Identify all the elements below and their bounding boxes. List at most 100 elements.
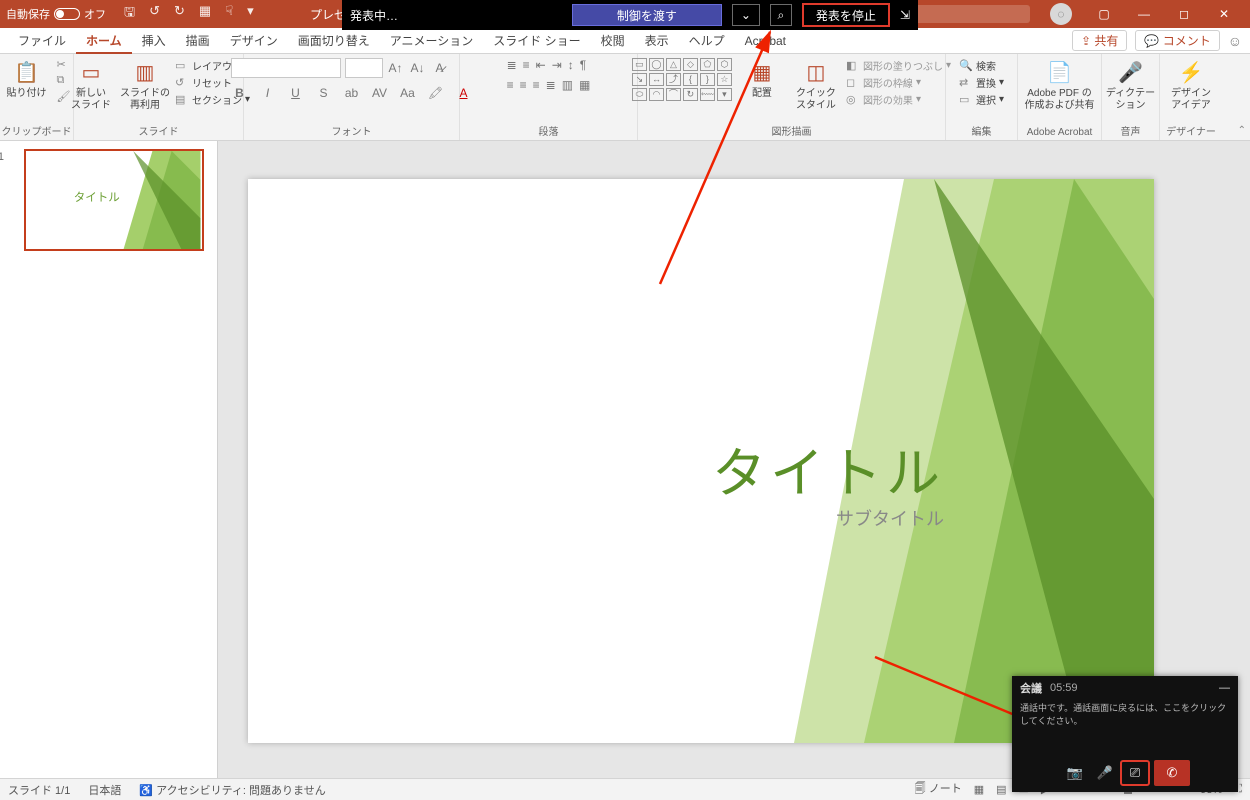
quick-styles-button[interactable]: ◫クイック スタイル <box>792 58 840 112</box>
group-editing: 🔍検索 ⇄置換 ▾ ▭選択 ▾ 編集 <box>946 54 1018 140</box>
autosave-toggle[interactable]: 自動保存 オフ <box>6 6 106 22</box>
tab-home[interactable]: ホーム <box>76 28 132 54</box>
share-button[interactable]: ⇪ 共有 <box>1072 30 1127 51</box>
mic-toggle-icon[interactable]: 🎤 <box>1090 760 1120 786</box>
tab-help[interactable]: ヘルプ <box>679 28 735 54</box>
toggle-toolbar-icon[interactable]: ⌕ <box>770 4 792 26</box>
shape-effects-button[interactable]: ◎図形の効果 ▾ <box>846 92 951 107</box>
slide-count[interactable]: スライド 1/1 <box>8 782 70 798</box>
adobe-pdf-button[interactable]: 📄Adobe PDF の 作成および共有 <box>1022 58 1098 112</box>
outdent-icon[interactable]: ⇤ <box>536 58 546 72</box>
reuse-slides-button[interactable]: ▥ スライドの 再利用 <box>121 58 169 112</box>
arrange-button[interactable]: ▦配置 <box>738 58 786 100</box>
shape-fill-button[interactable]: ◧図形の塗りつぶし ▾ <box>846 58 951 73</box>
comments-button[interactable]: 💬 コメント <box>1135 30 1219 51</box>
redo-icon[interactable]: ↻ <box>174 3 185 25</box>
save-icon[interactable]: 🖫 <box>124 3 135 25</box>
slide-title[interactable]: タイトル <box>712 429 944 508</box>
font-family-select[interactable] <box>231 58 341 78</box>
stop-presenting-button[interactable]: 発表を停止 <box>802 3 890 27</box>
notes-button[interactable]: 🗐 ノート <box>915 780 962 799</box>
tab-view[interactable]: 表示 <box>635 28 679 54</box>
bullets-icon[interactable]: ≣ <box>507 58 517 72</box>
mic-icon: 🎤 <box>1118 60 1144 86</box>
decrease-font-icon[interactable]: A↓ <box>409 59 427 77</box>
tab-transitions[interactable]: 画面切り替え <box>288 28 380 54</box>
case-icon[interactable]: Aa <box>399 84 417 102</box>
collapse-ribbon-icon[interactable]: ⌃ <box>1238 125 1246 136</box>
view-normal-icon[interactable]: ▦ <box>974 783 984 796</box>
shapes-gallery[interactable]: ▭◯△◇⬠⬡ ↘↔⤴{}☆ ⬭◠⌒↻⬳▾ <box>632 58 732 101</box>
qat-more-icon[interactable]: ▾ <box>247 3 254 25</box>
replace-button[interactable]: ⇄置換 ▾ <box>959 75 1004 90</box>
thumb-art-icon: タイトル <box>26 151 202 249</box>
maximize-icon[interactable]: ◻ <box>1164 0 1204 28</box>
ribbon-options-icon[interactable]: ▢ <box>1084 0 1124 28</box>
give-control-chevron-icon[interactable]: ⌄ <box>732 4 760 26</box>
hangup-icon[interactable]: ✆ <box>1154 760 1190 786</box>
align-right-icon[interactable]: ≡ <box>533 78 540 92</box>
undo-icon[interactable]: ↺ <box>149 3 160 25</box>
tab-design[interactable]: デザイン <box>220 28 288 54</box>
align-left-icon[interactable]: ≡ <box>507 78 514 92</box>
shadow-icon[interactable]: ab <box>343 84 361 102</box>
slide-subtitle[interactable]: サブタイトル <box>836 505 944 531</box>
highlight-icon[interactable]: 🖍 <box>427 84 445 102</box>
smartart-icon[interactable]: ▦ <box>579 78 590 92</box>
share-screen-icon[interactable]: ⎚ <box>1120 760 1150 786</box>
minimize-icon[interactable]: — <box>1124 0 1164 28</box>
bold-icon[interactable]: B <box>231 84 249 102</box>
slide-thumbnail-1[interactable]: タイトル <box>24 149 204 251</box>
autosave-switch-icon <box>54 8 80 20</box>
call-controls: 📷 🎤 ⎚ ✆ <box>1012 760 1238 786</box>
camera-icon[interactable]: 📷 <box>1060 760 1090 786</box>
justify-icon[interactable]: ≣ <box>546 78 556 92</box>
autosave-state: オフ <box>84 6 106 22</box>
new-slide-button[interactable]: ▭ 新しい スライド <box>67 58 115 112</box>
columns-icon[interactable]: ▥ <box>562 78 573 92</box>
spacing-icon[interactable]: AV <box>371 84 389 102</box>
group-slides-label: スライド <box>74 123 243 138</box>
underline-icon[interactable]: U <box>287 84 305 102</box>
tab-animations[interactable]: アニメーション <box>380 28 484 54</box>
language[interactable]: 日本語 <box>88 782 121 798</box>
slide-canvas[interactable]: タイトル サブタイトル <box>248 179 1154 743</box>
slideshow-icon[interactable]: ▦ <box>199 3 211 25</box>
teams-call-window[interactable]: 会議 05:59 — 通話中です。通話画面に戻るには、ここをクリックしてください… <box>1012 676 1238 792</box>
align-center-icon[interactable]: ≡ <box>520 78 527 92</box>
strike-icon[interactable]: S <box>315 84 333 102</box>
design-ideas-icon: ⚡ <box>1178 60 1204 86</box>
linespacing-icon[interactable]: ↕ <box>568 58 574 72</box>
pin-bar-icon[interactable]: ⇲ <box>900 8 910 22</box>
clear-format-icon[interactable]: A̷ <box>431 59 449 77</box>
shape-outline-button[interactable]: ◻図形の枠線 ▾ <box>846 75 951 90</box>
tab-insert[interactable]: 挿入 <box>132 28 176 54</box>
paste-button[interactable]: 📋 貼り付け <box>3 58 51 100</box>
tab-review[interactable]: 校閲 <box>591 28 635 54</box>
tab-acrobat[interactable]: Acrobat <box>735 28 796 54</box>
tab-draw[interactable]: 描画 <box>176 28 220 54</box>
italic-icon[interactable]: I <box>259 84 277 102</box>
numbering-icon[interactable]: ≡ <box>523 58 530 72</box>
quick-access-toolbar: 🖫 ↺ ↻ ▦ ☟ ▾ <box>124 3 254 25</box>
view-sorter-icon[interactable]: ▤ <box>996 783 1006 796</box>
account-avatar-icon[interactable]: ◌ <box>1050 3 1072 25</box>
find-button[interactable]: 🔍検索 <box>959 58 1004 73</box>
textdir-icon[interactable]: ¶ <box>580 58 586 72</box>
give-control-button[interactable]: 制御を渡す <box>572 4 722 26</box>
tab-slideshow[interactable]: スライド ショー <box>483 28 590 54</box>
accessibility-status[interactable]: ♿ アクセシビリティ: 問題ありません <box>139 782 325 798</box>
call-minimize-icon[interactable]: — <box>1219 682 1230 694</box>
slide-thumbnails-pane[interactable]: 1 タイトル <box>0 141 218 778</box>
select-button[interactable]: ▭選択 ▾ <box>959 92 1004 107</box>
feedback-icon[interactable]: ☺ <box>1228 33 1242 49</box>
tab-file[interactable]: ファイル <box>8 28 76 54</box>
design-ideas-button[interactable]: ⚡デザイン アイデア <box>1167 58 1215 112</box>
font-size-select[interactable] <box>345 58 383 78</box>
indent-icon[interactable]: ⇥ <box>552 58 562 72</box>
touch-icon[interactable]: ☟ <box>225 3 233 25</box>
increase-font-icon[interactable]: A↑ <box>387 59 405 77</box>
autosave-label: 自動保存 <box>6 6 50 22</box>
close-icon[interactable]: ✕ <box>1204 0 1244 28</box>
dictation-button[interactable]: 🎤ディクテー ション <box>1107 58 1155 112</box>
